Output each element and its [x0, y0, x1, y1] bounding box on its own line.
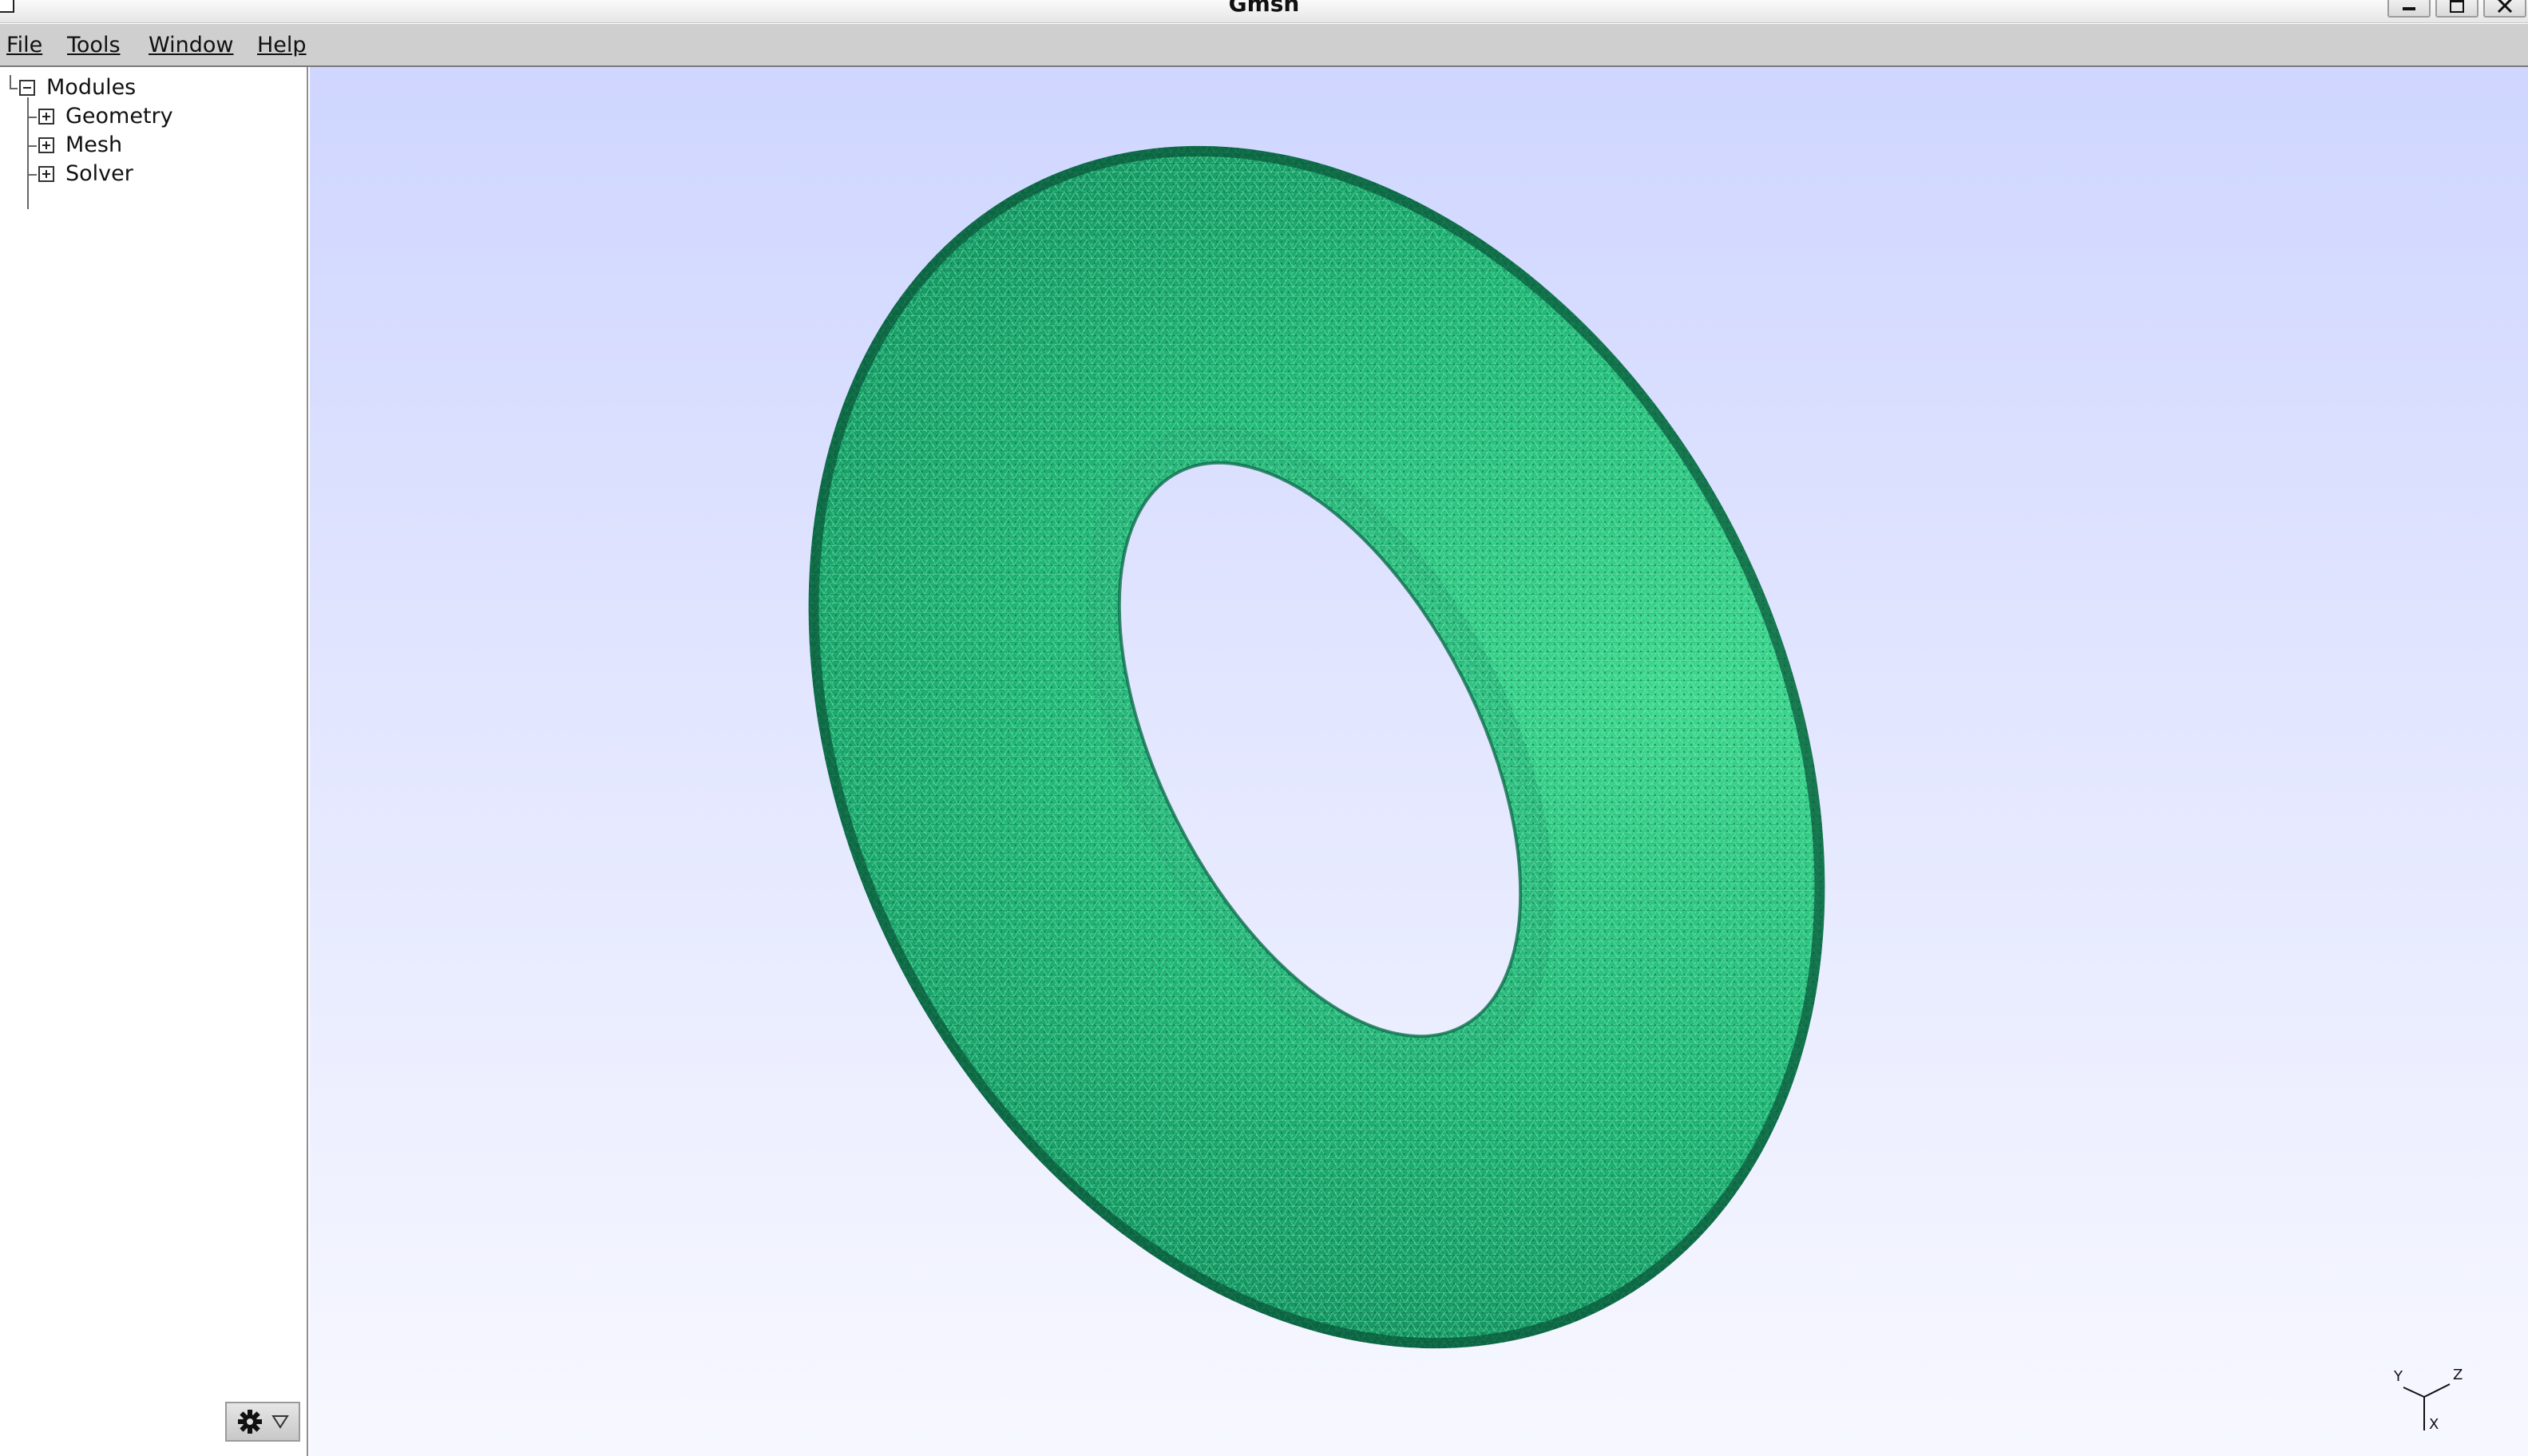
options-menu-button[interactable]	[225, 1402, 300, 1442]
tree-connector	[10, 88, 18, 89]
close-button[interactable]	[2483, 0, 2526, 18]
minimize-button[interactable]	[2387, 0, 2431, 18]
expand-solver-toggle[interactable]	[38, 166, 54, 182]
tree-connector	[27, 97, 29, 209]
menu-file[interactable]: File	[6, 24, 42, 67]
axis-y-label: Y	[2393, 1368, 2403, 1385]
minimize-icon	[2403, 7, 2415, 10]
axis-z-label: Z	[2453, 1367, 2463, 1383]
tree-item-geometry[interactable]: Geometry	[65, 102, 173, 131]
graphics-viewport[interactable]: Y Z X	[310, 67, 2528, 1456]
maximize-button[interactable]	[2435, 0, 2478, 18]
menu-window[interactable]: Window	[149, 24, 233, 67]
menu-file-label: File	[6, 33, 43, 57]
menu-help[interactable]: Help	[257, 24, 307, 67]
axis-x-label: X	[2429, 1416, 2439, 1433]
collapse-modules-toggle[interactable]	[19, 80, 35, 96]
tree-connector	[27, 174, 37, 176]
tree-connector	[27, 117, 37, 118]
expand-geometry-toggle[interactable]	[38, 109, 54, 125]
menu-tools[interactable]: Tools	[67, 24, 121, 67]
menu-help-label: Help	[257, 33, 307, 57]
axes-orientation-widget: Y Z X	[2393, 1367, 2463, 1433]
menu-bar: File Tools Window Help	[0, 24, 2528, 67]
window-title: Gmsh	[1228, 0, 1300, 17]
expand-mesh-toggle[interactable]	[38, 137, 54, 153]
close-icon	[2497, 0, 2513, 14]
tree-item-modules[interactable]: Modules	[46, 73, 136, 102]
tree-item-mesh[interactable]: Mesh	[65, 131, 122, 160]
menu-window-label: Window	[149, 33, 234, 57]
tree-item-solver[interactable]: Solver	[65, 160, 133, 188]
tree-connector	[27, 145, 37, 147]
gmsh-window: Gmsh File Tools Window Help Modules Geom…	[0, 0, 2528, 1456]
maximize-icon	[2450, 0, 2464, 13]
title-bar: Gmsh	[0, 0, 2528, 23]
module-tree-panel: Modules Geometry Mesh Solver	[0, 67, 308, 1456]
gear-icon	[238, 1410, 262, 1434]
torus-mesh	[310, 67, 2528, 1456]
triangle-down-icon	[271, 1415, 289, 1429]
menu-tools-label: Tools	[67, 33, 121, 57]
